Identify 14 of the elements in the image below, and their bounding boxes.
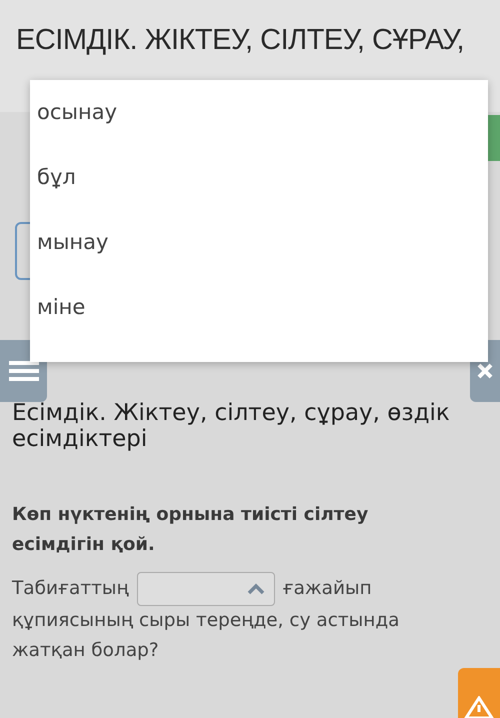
warning-button[interactable] (458, 668, 500, 718)
dropdown-option[interactable]: бұл (30, 159, 488, 224)
dropdown-option[interactable]: осынау (30, 94, 488, 159)
dropdown-option[interactable]: мынау (30, 224, 488, 289)
warning-icon (464, 696, 494, 718)
sentence-text: ғажайып (282, 578, 372, 600)
page-title: ЕСІМДІК. ЖІКТЕУ, СІЛТЕУ, СҰРАУ, (16, 23, 466, 58)
answer-select[interactable] (136, 572, 275, 606)
sentence-text: Табиғаттың (12, 578, 129, 600)
lesson-heading: Есімдік. Жіктеу, сілтеу, сұрау, өздік есімдіктері (12, 400, 451, 452)
caret-icon (246, 583, 266, 595)
instruction-text: Көп нүктенің орнына тиісті сілтеу есімдігін қой. (12, 503, 370, 557)
sentence-text: құпиясының сыры тереңде, су астында жатқан болар? (12, 609, 401, 663)
dropdown-option[interactable]: міне (30, 289, 488, 354)
